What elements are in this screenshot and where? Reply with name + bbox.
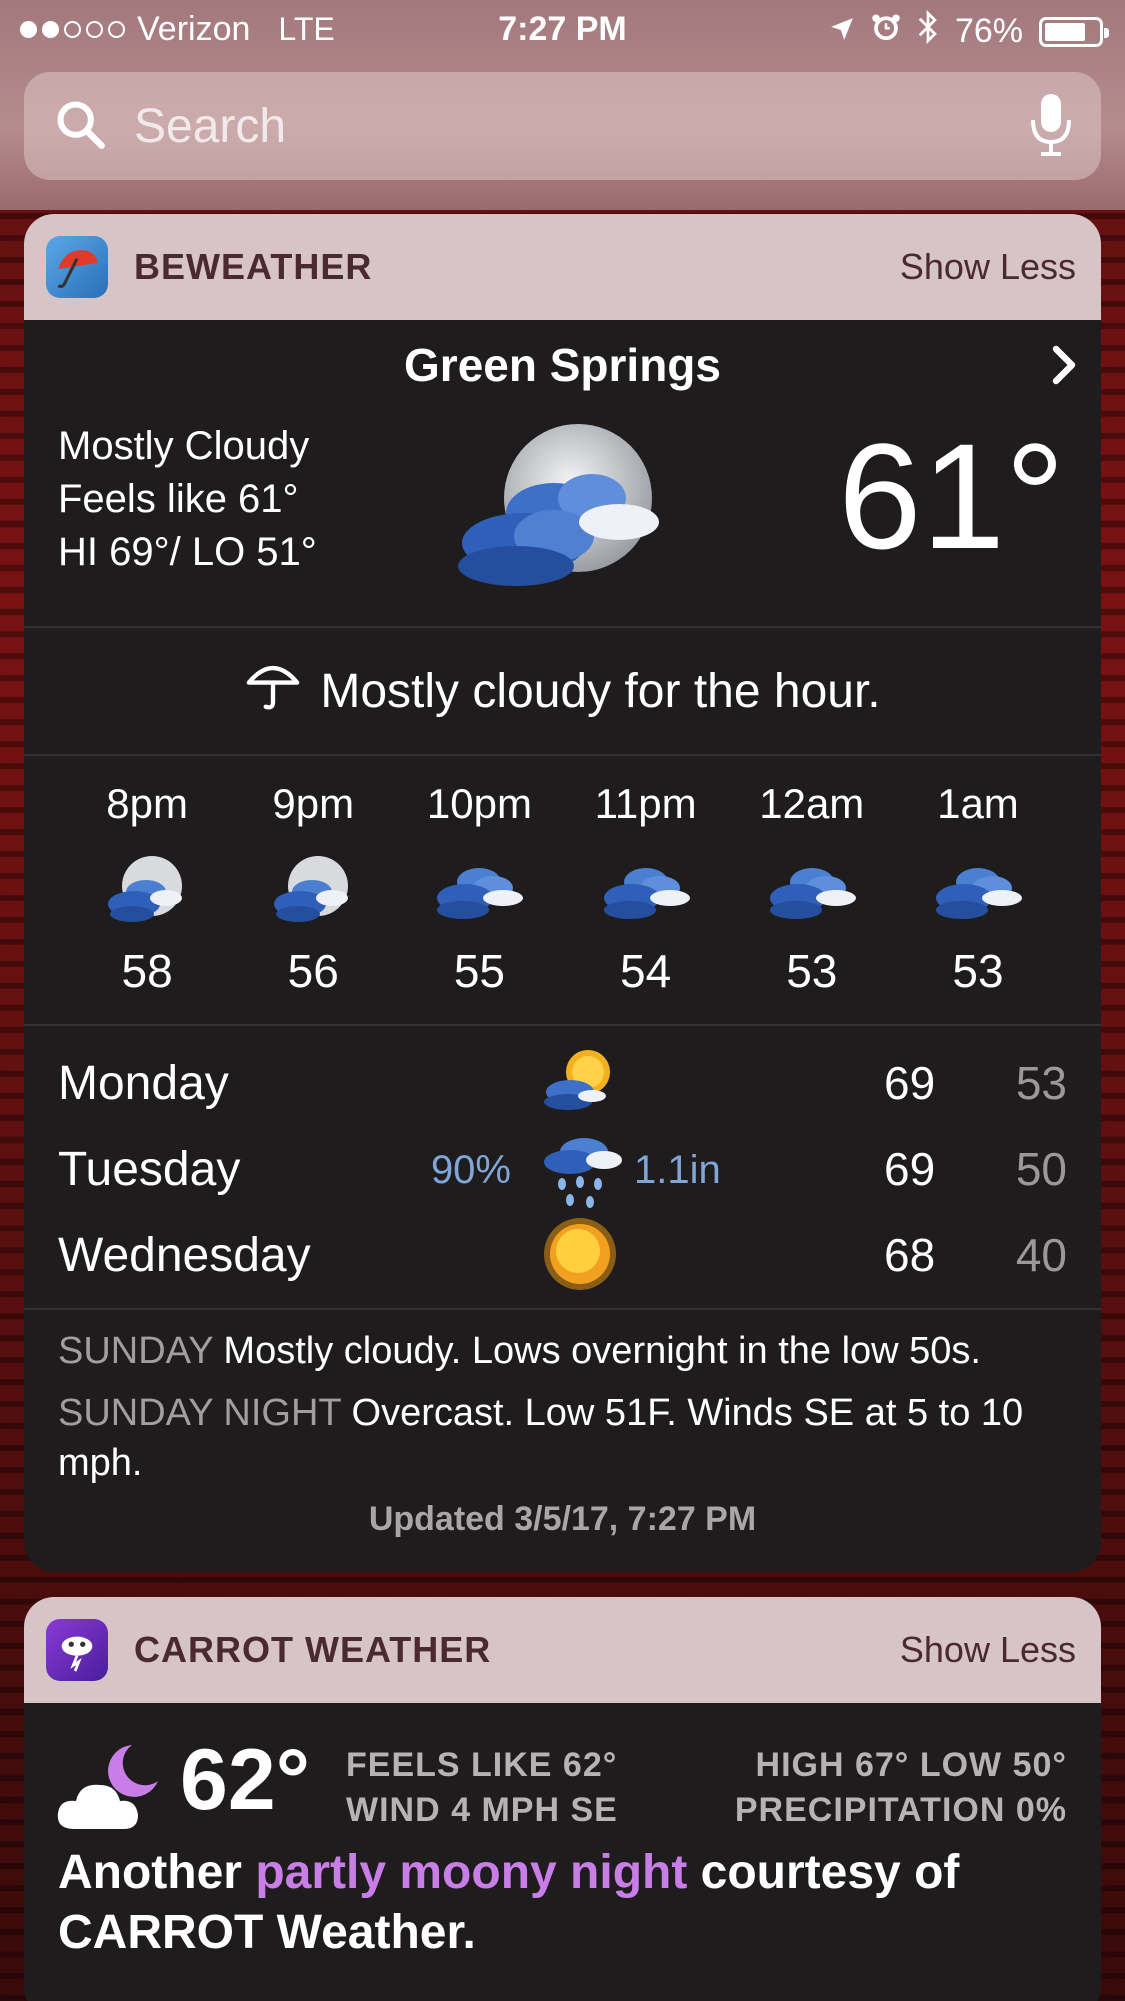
current-temperature: 62° xyxy=(180,1732,311,1828)
moon-cloud-icon xyxy=(64,834,230,944)
search-bar[interactable] xyxy=(24,72,1101,180)
hour-temp: 58 xyxy=(121,945,173,997)
chevron-right-icon[interactable] xyxy=(1049,342,1079,396)
daily-row: Monday 69 53 xyxy=(24,1040,1101,1126)
sun-cloud-icon xyxy=(540,1042,620,1123)
hourly-forecast: 8pm 58 9pm 56 10pm 55 11pm 54 12am 53 1am 53 xyxy=(24,756,1101,1024)
hour-temp: 53 xyxy=(952,945,1004,997)
hourly-item: 11pm 54 xyxy=(563,756,729,1024)
precipitation-text: PRECIPITATION 0% xyxy=(734,1791,1067,1829)
hour-temp: 54 xyxy=(620,945,672,997)
current-conditions: Mostly Cloudy Feels like 61° HI 69°/ LO … xyxy=(24,400,1101,626)
umbrella-icon xyxy=(244,656,302,726)
battery-percent: 76% xyxy=(954,12,1023,50)
widget-header: CARROT WEATHER Show Less xyxy=(24,1597,1101,1703)
wind-text: WIND 4 MPH SE xyxy=(346,1791,618,1829)
battery-level xyxy=(1045,22,1085,41)
widget-title: CARROT WEATHER xyxy=(134,1629,492,1670)
forecast-sunday-night: SUNDAY NIGHT Overcast. Low 51F. Winds SE… xyxy=(58,1388,1067,1488)
search-input[interactable] xyxy=(134,98,1031,154)
city-name: Green Springs xyxy=(404,339,721,391)
location-row[interactable]: Green Springs xyxy=(24,320,1101,400)
carrot-quote: Another partly moony night courtesy of C… xyxy=(24,1843,1101,1963)
hourly-item: 10pm 55 xyxy=(396,756,562,1024)
bluetooth-icon xyxy=(917,9,939,53)
carrot-app-icon xyxy=(46,1619,108,1681)
moon-cloud-icon xyxy=(230,834,396,944)
widget-body: 62° FEELS LIKE 62° WIND 4 MPH SE HIGH 67… xyxy=(24,1703,1101,2001)
day-high: 68 xyxy=(884,1229,936,1281)
show-less-button[interactable]: Show Less xyxy=(900,1629,1076,1671)
hourly-item: 12am 53 xyxy=(729,756,895,1024)
clouds-icon xyxy=(895,834,1061,944)
location-arrow-icon xyxy=(829,12,855,51)
widget-title: BEWEATHER xyxy=(134,246,373,287)
alarm-clock-icon xyxy=(871,12,901,51)
day-high: 69 xyxy=(884,1057,936,1109)
rain-cloud-icon xyxy=(540,1128,630,1219)
day-low: 50 xyxy=(1015,1143,1067,1195)
day-name: Tuesday xyxy=(58,1143,241,1196)
condition-text: Mostly Cloudy xyxy=(58,424,310,468)
microphone-icon[interactable] xyxy=(1031,92,1071,161)
hour-time: 12am xyxy=(759,780,865,827)
widget-body: Green Springs Mostly Cloudy Feels like 6… xyxy=(24,320,1101,1572)
hour-time: 10pm xyxy=(426,780,532,827)
day-low: 40 xyxy=(1015,1229,1067,1281)
daily-forecast: Monday 69 53 Tuesday 90% 1.1in 69 50 Wednesday 68… xyxy=(24,1026,1101,1308)
hour-time: 11pm xyxy=(594,780,697,827)
search-icon xyxy=(54,98,106,155)
daily-row: Wednesday 68 40 xyxy=(24,1212,1101,1298)
status-bar: Verizon LTE 7:27 PM 76% xyxy=(0,0,1125,62)
sun-icon xyxy=(540,1214,620,1299)
forecast-label: SUNDAY NIGHT xyxy=(58,1392,341,1434)
clouds-icon xyxy=(563,834,729,944)
show-less-button[interactable]: Show Less xyxy=(900,246,1076,288)
hourly-item: 1am 53 xyxy=(895,756,1061,1024)
feels-like-text: Feels like 61° xyxy=(58,477,299,521)
hour-temp: 56 xyxy=(287,945,339,997)
carrot-weather-widget: CARROT WEATHER Show Less 62° FEELS LIKE … xyxy=(24,1597,1101,2001)
hour-summary-text: Mostly cloudy for the hour. xyxy=(320,664,881,718)
day-name: Monday xyxy=(58,1057,229,1110)
hour-time: 1am xyxy=(937,780,1019,827)
forecast-sunday: SUNDAY Mostly cloudy. Lows overnight in … xyxy=(58,1326,1067,1376)
hourly-item: 8pm 58 xyxy=(64,756,230,1024)
hour-temp: 53 xyxy=(786,945,838,997)
hourly-item: 9pm 56 xyxy=(230,756,396,1024)
quote-highlight: partly moony night xyxy=(255,1846,688,1899)
day-name: Wednesday xyxy=(58,1229,311,1282)
hour-time: 9pm xyxy=(272,780,355,827)
hi-lo-text: HI 69°/ LO 51° xyxy=(58,530,317,574)
hour-summary: Mostly cloudy for the hour. xyxy=(24,628,1101,754)
beweather-widget: BEWEATHER Show Less Green Springs Mostly… xyxy=(24,214,1101,1572)
moon-cloud-icon xyxy=(54,1737,164,1842)
moon-cloud-icon xyxy=(454,418,674,598)
forecast-text: SUNDAY Mostly cloudy. Lows overnight in … xyxy=(24,1310,1101,1488)
updated-timestamp: Updated 3/5/17, 7:27 PM xyxy=(368,1500,757,1538)
day-low: 53 xyxy=(1015,1057,1067,1109)
hour-temp: 55 xyxy=(453,945,506,997)
current-temperature: 61° xyxy=(838,412,1065,580)
battery-icon xyxy=(1039,16,1109,47)
daily-row: Tuesday 90% 1.1in 69 50 xyxy=(24,1126,1101,1212)
widget-header: BEWEATHER Show Less xyxy=(24,214,1101,320)
precip-amount: 1.1in xyxy=(634,1148,721,1192)
clouds-icon xyxy=(396,834,562,944)
beweather-app-icon xyxy=(46,236,108,298)
forecast-label: SUNDAY xyxy=(58,1330,213,1372)
high-low-text: HIGH 67° LOW 50° xyxy=(755,1746,1067,1784)
quote-text: Another xyxy=(58,1846,256,1899)
precip-chance: 90% xyxy=(430,1148,511,1192)
forecast-detail: Mostly cloudy. Lows overnight in the low… xyxy=(223,1330,981,1372)
feels-like-text: FEELS LIKE 62° xyxy=(346,1746,618,1784)
hour-time: 8pm xyxy=(106,780,188,827)
clouds-icon xyxy=(729,834,895,944)
day-high: 69 xyxy=(884,1143,936,1195)
